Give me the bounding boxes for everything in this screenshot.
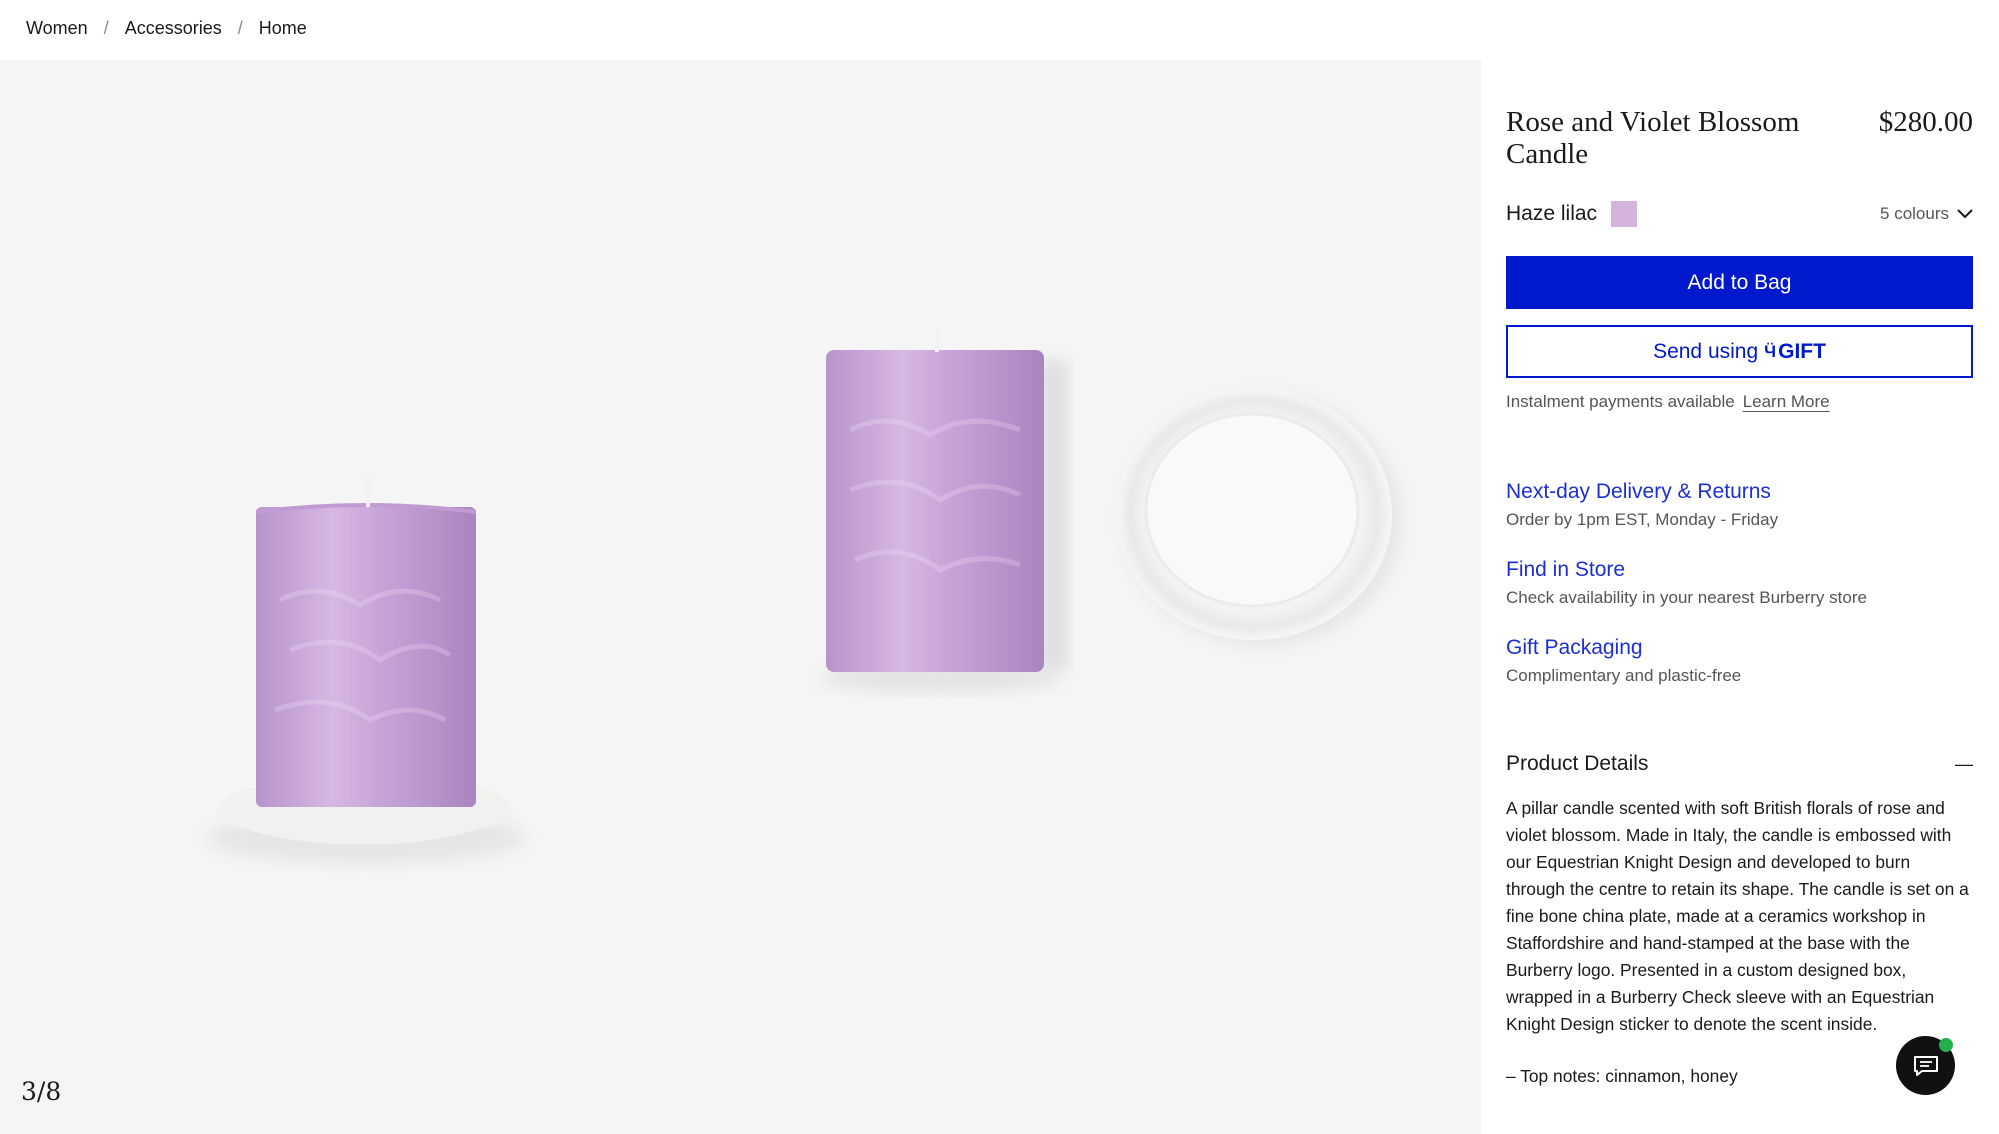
delivery-desc: Order by 1pm EST, Monday - Friday	[1506, 510, 1779, 529]
gift-packaging-link[interactable]: Gift Packaging	[1506, 636, 1973, 660]
product-info-panel: Rose and Violet Blossom Candle $280.00 H…	[1506, 60, 1973, 1087]
product-details: Product Details — A pillar candle scente…	[1506, 752, 1973, 1087]
collapse-icon: —	[1955, 753, 1973, 774]
colour-swatch[interactable]	[1611, 201, 1638, 227]
candle	[256, 507, 476, 807]
product-image[interactable]	[0, 60, 1481, 1134]
product-gallery[interactable]: 3/8	[0, 60, 1481, 1134]
find-in-store-link[interactable]: Find in Store	[1506, 558, 1973, 582]
service-gift-packaging: Gift Packaging Complimentary and plastic…	[1506, 636, 1973, 686]
add-to-bag-button[interactable]: Add to Bag	[1506, 256, 1973, 309]
product-details-toggle[interactable]: Product Details —	[1506, 752, 1973, 776]
store-desc: Check availability in your nearest Burbe…	[1506, 588, 1867, 607]
breadcrumb-separator: /	[237, 18, 243, 38]
services-list: Next-day Delivery & Returns Order by 1pm…	[1506, 480, 1973, 686]
online-status-dot	[1939, 1038, 1953, 1052]
breadcrumb: Women / Accessories / Home	[26, 18, 307, 39]
chat-icon	[1913, 1055, 1938, 1076]
instalment-text: Instalment payments available	[1506, 392, 1735, 411]
product-price: $280.00	[1878, 106, 1973, 138]
chevron-down-icon	[1957, 209, 1973, 219]
delivery-returns-link[interactable]: Next-day Delivery & Returns	[1506, 480, 1973, 504]
gift-logo: Ӵ GIFT	[1764, 340, 1826, 364]
candle	[826, 350, 1044, 672]
title-row: Rose and Violet Blossom Candle $280.00	[1506, 106, 1973, 170]
gift-brand: GIFT	[1778, 339, 1826, 363]
breadcrumb-home[interactable]: Home	[259, 18, 307, 39]
colours-dropdown[interactable]: 5 colours	[1880, 204, 1973, 224]
colour-name: Haze lilac	[1506, 202, 1598, 225]
breadcrumb-accessories[interactable]: Accessories	[125, 18, 222, 39]
colour-row: Haze lilac 5 colours	[1506, 200, 1973, 228]
service-store: Find in Store Check availability in your…	[1506, 558, 1973, 608]
chat-button[interactable]	[1896, 1036, 1955, 1095]
send-using-label: Send using	[1653, 339, 1759, 363]
learn-more-link[interactable]: Learn More	[1743, 392, 1830, 412]
product-description: A pillar candle scented with soft Britis…	[1506, 798, 1969, 1034]
product-title: Rose and Violet Blossom Candle	[1506, 106, 1800, 170]
gift-packaging-desc: Complimentary and plastic-free	[1506, 666, 1742, 685]
send-gift-button[interactable]: Send using Ӵ GIFT	[1506, 325, 1973, 378]
product-details-title: Product Details	[1506, 752, 1649, 775]
instalment-info: Instalment payments available Learn More	[1506, 392, 1973, 412]
gift-mark-icon: Ӵ	[1764, 341, 1777, 361]
service-delivery: Next-day Delivery & Returns Order by 1pm…	[1506, 480, 1973, 530]
breadcrumb-separator: /	[103, 18, 109, 38]
selected-colour: Haze lilac	[1506, 201, 1638, 227]
image-counter: 3/8	[21, 1077, 62, 1106]
breadcrumb-women[interactable]: Women	[26, 18, 88, 39]
colours-count: 5 colours	[1880, 204, 1949, 223]
